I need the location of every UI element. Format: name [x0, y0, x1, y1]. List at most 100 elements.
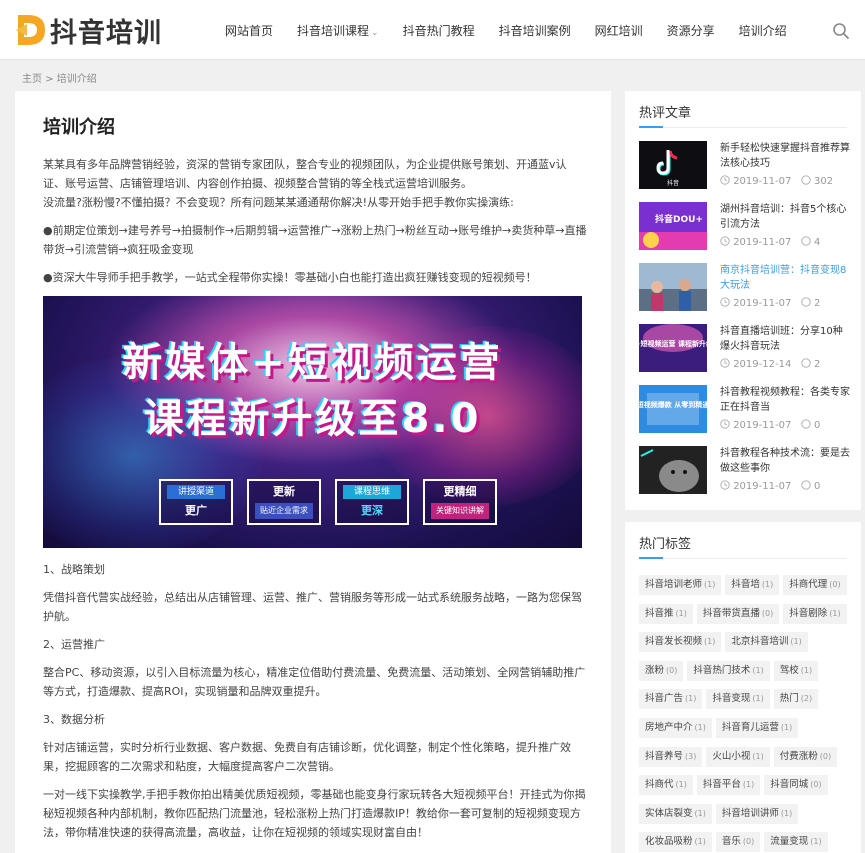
banner-box-bottom: 贴近企业需求 — [255, 503, 313, 519]
tag-link[interactable]: 抖音剧除 (1) — [783, 603, 847, 624]
tag-name: 涨粉 — [645, 664, 665, 676]
tag-count: (1) — [752, 694, 764, 704]
hot-tags-widget: 热门标签 抖音培训老师 (1) 抖音培 (1) 抖商代理 (0)抖音推 (1) 抖音带货直播(… — [625, 522, 861, 853]
tag-link[interactable]: 抖音育儿运营 (1) — [715, 717, 799, 738]
tag-link[interactable]: 抖音发长视频 (1) — [639, 632, 722, 653]
nav-item-resources[interactable]: 资源分享 — [667, 22, 715, 39]
banner-box-top: 课程思维 — [343, 485, 401, 499]
tag-count: (1) — [829, 608, 841, 618]
hot-article-item[interactable]: 抖音教程各种技术流：要是去做这些事你 2019-11-07 0 — [639, 446, 850, 494]
article-meta: 2019-11-07 302 — [720, 175, 833, 187]
nav-item-influencer[interactable]: 网红培训 — [595, 22, 643, 39]
hot-article-item[interactable]: 短视频爆款 从零到精通 抖音教程视频教程：各类专家正在抖音当 2019-11-0… — [639, 385, 850, 433]
article-title[interactable]: 抖音教程视频教程：各类专家正在抖音当 — [720, 385, 850, 415]
nav-item-courses-label: 抖音培训课程 — [297, 23, 370, 38]
logo-d-icon — [14, 12, 48, 48]
tag-count: (1) — [704, 580, 716, 589]
tag-count: (1) — [810, 837, 822, 847]
tag-name: 火山小视 — [712, 750, 751, 762]
article-title[interactable]: 抖音教程各种技术流：要是去做这些事你 — [720, 446, 850, 476]
hot-article-item[interactable]: 南京抖音培训营：抖音变现8大玩法 2019-11-07 2 — [639, 263, 849, 311]
article-thumbnail[interactable]: 抖音 — [639, 141, 707, 189]
tag-link[interactable]: 抖商代理 (0) — [783, 575, 847, 595]
article-date: 2019-11-07 — [733, 420, 792, 431]
widget-title: 热评文章 — [639, 106, 692, 121]
breadcrumb-separator: > — [45, 74, 54, 85]
article-title[interactable]: 抖音直播培训班：分享10种爆火抖音玩法 — [720, 324, 850, 354]
banner-box-top: 更精细 — [443, 485, 477, 498]
tag-link[interactable]: 抖音培训讲师 (1) — [715, 803, 799, 824]
banner-box-bottom: 更广 — [185, 504, 207, 517]
tag-link[interactable]: 抖商代 (1) — [639, 775, 693, 796]
article-thumbnail[interactable]: 抖音DOU+ — [639, 202, 707, 250]
tag-link[interactable]: 北京抖音培训 (1) — [725, 632, 808, 653]
article-thumbnail[interactable] — [639, 446, 707, 494]
tag-name: 抖音培训老师 — [645, 579, 703, 590]
tag-count: (0) — [829, 580, 841, 589]
comment-icon — [801, 480, 811, 490]
tag-link[interactable]: 付费涨粉 (0) — [773, 746, 838, 767]
tag-link[interactable]: 音乐 (0) — [715, 832, 761, 853]
page-title: 培训介绍 — [43, 117, 115, 138]
hot-article-item[interactable]: 抖音DOU+ 湖州抖音培训：抖音5个核心引流方法 2019-11-07 4 — [639, 202, 849, 250]
nav-item-about[interactable]: 培训介绍 — [739, 22, 787, 39]
section-heading: 2、运营推广 — [43, 638, 105, 651]
tag-name: 驾校 — [779, 664, 799, 676]
clock-icon — [720, 419, 730, 429]
clock-icon — [720, 480, 730, 490]
article-date: 2019-11-07 — [733, 298, 792, 309]
site-logo[interactable]: 抖音培训 — [14, 12, 162, 49]
hot-article-item[interactable]: 新媒体+短视频运营 课程新升级至8.0 抖音直播培训班：分享10种爆火抖音玩法 … — [639, 324, 849, 372]
tag-link[interactable]: 流量变现 (1) — [764, 832, 828, 853]
comment-count: 2 — [814, 359, 821, 370]
tag-link[interactable]: 化妆品吸粉 (1) — [639, 832, 712, 853]
tag-link[interactable]: 抖音培 (1) — [725, 575, 780, 595]
tag-name: 抖音同城 — [770, 779, 809, 791]
article-thumbnail[interactable]: 短视频爆款 从零到精通 — [639, 385, 707, 433]
breadcrumb-home[interactable]: 主页 — [22, 74, 42, 85]
comment-count: 0 — [814, 420, 821, 431]
tag-link[interactable]: 抖音带货直播 (0) — [696, 603, 780, 624]
nav-item-home[interactable]: 网站首页 — [225, 22, 273, 39]
article-paragraph: 针对店铺运营，实时分析行业数据、客户数据、免费自有店铺诊断，优化调整，制定个性化… — [43, 741, 571, 773]
tag-name: 抖音育儿运营 — [721, 721, 779, 733]
hot-article-item[interactable]: 抖音 新手轻松快速掌握抖音推荐算法核心技巧 2019-11-07 302 — [639, 141, 850, 189]
tag-count: (1) — [752, 665, 764, 675]
tag-link[interactable]: 抖音平台 (1) — [696, 775, 761, 796]
tag-name: 北京抖音培训 — [731, 636, 789, 648]
comment-icon — [801, 297, 811, 307]
tag-link[interactable]: 抖音变现 (1) — [706, 689, 770, 710]
tag-link[interactable]: 抖音同城 (0) — [764, 775, 828, 796]
tag-link[interactable]: 驾校 (1) — [773, 660, 819, 681]
tag-name: 抖音培训讲师 — [721, 807, 779, 819]
article-date: 2019-12-14 — [733, 359, 792, 370]
tag-count: (1) — [761, 580, 774, 589]
tag-link[interactable]: 热门 (2) — [773, 689, 819, 710]
tag-link[interactable]: 火山小视 (1) — [706, 746, 770, 767]
tag-count: (1) — [694, 808, 706, 818]
tag-link[interactable]: 抖音培训老师 (1) — [639, 575, 722, 595]
tag-count: (1) — [694, 837, 706, 847]
tag-link[interactable]: 抖音推 (1) — [639, 603, 693, 624]
article-title[interactable]: 南京抖音培训营：抖音变现8大玩法 — [720, 263, 850, 293]
tag-link[interactable]: 抖音养号 (3) — [639, 746, 703, 767]
article-thumbnail[interactable]: 新媒体+短视频运营 课程新升级至8.0 — [639, 324, 707, 372]
tag-link[interactable]: 房地产中介 (1) — [639, 717, 712, 738]
tag-link[interactable]: 实体店裂变 (1) — [639, 803, 712, 824]
clock-icon — [720, 236, 730, 246]
tag-link[interactable]: 抖音广告 (1) — [639, 689, 703, 710]
article-meta: 2019-11-07 0 — [720, 480, 820, 492]
tag-link[interactable]: 抖音热门技术 (1) — [687, 660, 770, 681]
article-title[interactable]: 新手轻松快速掌握抖音推荐算法核心技巧 — [720, 141, 850, 171]
article-paragraph: ●前期定位策划→建号养号→拍摄制作→后期剪辑→运营推广→涨粉上热门→粉丝互动→账… — [43, 224, 587, 256]
tag-link[interactable]: 涨粉 (0) — [639, 660, 684, 681]
article-paragraph: ●资深大牛导师手把手教学，一站式全程带你实操！零基础小白也能打造出疯狂赚钱变现的… — [43, 271, 537, 284]
nav-item-tutorials[interactable]: 抖音热门教程 — [403, 22, 475, 39]
article-paragraph: 一对一线下实操教学,手把手教你拍出精美优质短视频，零基础也能变身行家玩转各大短视… — [43, 788, 586, 839]
search-icon[interactable] — [832, 22, 850, 40]
tag-cloud: 抖音培训老师 (1) 抖音培 (1) 抖商代理 (0)抖音推 (1) 抖音带货直播 (0) 抖音剧… — [639, 572, 854, 853]
nav-item-cases[interactable]: 抖音培训案例 — [499, 22, 571, 39]
article-thumbnail[interactable] — [639, 263, 707, 311]
nav-item-courses[interactable]: 抖音培训课程 ⌄ — [297, 22, 379, 39]
article-title[interactable]: 湖州抖音培训：抖音5个核心引流方法 — [720, 202, 850, 232]
